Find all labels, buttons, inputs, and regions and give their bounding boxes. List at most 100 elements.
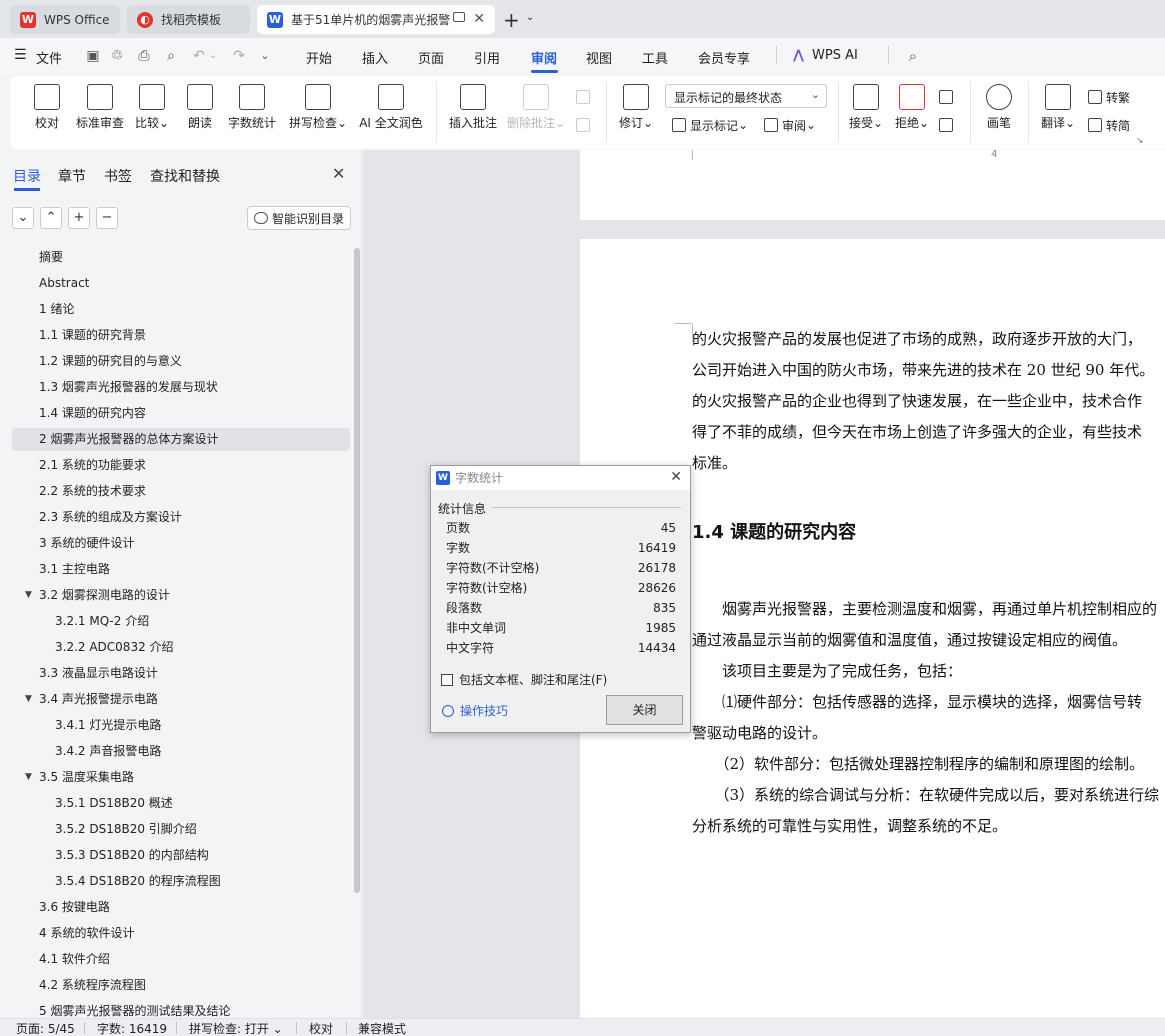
collapse-up-button[interactable]: ⌃: [40, 207, 62, 229]
toc-item[interactable]: 3.4.2 声音报警电路: [12, 740, 350, 763]
save-icon[interactable]: ▣: [84, 47, 102, 65]
translate-button[interactable]: 翻译⌄: [1038, 76, 1078, 149]
toc-item[interactable]: ▼ 3.4 声光报警提示电路: [12, 688, 350, 711]
toc-item[interactable]: 摘要: [12, 246, 350, 269]
show-markup-button[interactable]: 显示标记 ⌄: [672, 114, 748, 136]
menu-wps-ai[interactable]: WPS AI: [812, 48, 858, 63]
toc-item[interactable]: 1.4 课题的研究内容: [12, 402, 350, 425]
toc-item[interactable]: 2 烟雾声光报警器的总体方案设计: [12, 428, 350, 451]
menu-tools[interactable]: 工具: [642, 48, 668, 67]
accept-button[interactable]: 接受⌄: [846, 76, 886, 149]
reject-button[interactable]: 拒绝⌄: [892, 76, 932, 149]
menu-insert[interactable]: 插入: [362, 48, 388, 67]
nav-tab-toc[interactable]: 目录: [13, 166, 41, 186]
new-tab-plus-icon[interactable]: +: [503, 8, 520, 32]
share-icon[interactable]: ♲: [108, 47, 126, 65]
nav-tab-find-replace[interactable]: 查找和替换: [150, 166, 220, 186]
remove-heading-button[interactable]: −: [96, 207, 118, 229]
to-simplified-button[interactable]: 转简: [1088, 114, 1130, 136]
checkbox-box[interactable]: [441, 673, 453, 686]
toc-item[interactable]: 2.1 系统的功能要求: [12, 454, 350, 477]
compare-button[interactable]: 比较⌄: [134, 76, 170, 149]
tab-wps-office[interactable]: W WPS Office: [10, 5, 120, 34]
close-pane-icon[interactable]: ✕: [332, 164, 345, 183]
redo-icon[interactable]: ↷: [230, 47, 248, 65]
nav-tab-bookmarks[interactable]: 书签: [104, 166, 132, 186]
pen-button[interactable]: 画笔: [982, 76, 1016, 149]
to-traditional-button[interactable]: 转繁: [1088, 86, 1130, 108]
menu-references[interactable]: 引用: [474, 48, 500, 67]
add-heading-button[interactable]: +: [68, 207, 90, 229]
toc-item[interactable]: 3.5.2 DS18B20 引脚介绍: [12, 818, 350, 841]
toc-item[interactable]: Abstract: [12, 272, 350, 295]
toc-item[interactable]: 3.1 主控电路: [12, 558, 350, 581]
menu-review[interactable]: 审阅: [531, 48, 557, 67]
toc-item[interactable]: ▼ 3.5 温度采集电路: [12, 766, 350, 789]
close-dialog-icon[interactable]: ✕: [670, 469, 682, 485]
toc-expand-arrow-icon[interactable]: ▼: [25, 584, 32, 607]
review-pane-button[interactable]: 审阅 ⌄: [764, 114, 816, 136]
toc-item[interactable]: 3.2.2 ADC0832 介绍: [12, 636, 350, 659]
toc-item[interactable]: 3.2.1 MQ-2 介绍: [12, 610, 350, 633]
toc-item[interactable]: 3.5.4 DS18B20 的程序流程图: [12, 870, 350, 893]
toc-expand-arrow-icon[interactable]: ▼: [25, 688, 32, 711]
word-count-button[interactable]: 字数统计: [226, 76, 278, 149]
menu-member[interactable]: 会员专享: [698, 48, 750, 67]
status-spell-check[interactable]: 拼写检查: 打开 ⌄: [189, 1020, 283, 1036]
search-icon[interactable]: ⌕: [904, 47, 922, 65]
toc-item[interactable]: 3.5.1 DS18B20 概述: [12, 792, 350, 815]
toc-item[interactable]: 1.3 烟雾声光报警器的发展与现状: [12, 376, 350, 399]
dialog-title-bar[interactable]: W 字数统计: [431, 466, 690, 490]
menu-view[interactable]: 视图: [586, 48, 612, 67]
toc-scrollbar[interactable]: [354, 248, 360, 893]
smart-toc-button[interactable]: 智能识别目录: [247, 206, 351, 230]
previous-comment-button[interactable]: [576, 86, 594, 108]
next-comment-button[interactable]: [576, 114, 594, 136]
status-proofread[interactable]: 校对: [309, 1020, 333, 1036]
toc-item[interactable]: ▼ 3.2 烟雾探测电路的设计: [12, 584, 350, 607]
menu-file[interactable]: 文件: [36, 48, 62, 67]
ai-polish-button[interactable]: AI 全文润色: [356, 76, 426, 149]
more-chevron-icon[interactable]: ⌄: [256, 47, 274, 65]
status-page[interactable]: 页面: 5/45: [16, 1020, 75, 1036]
toc-item[interactable]: 2.2 系统的技术要求: [12, 480, 350, 503]
toc-item[interactable]: 3 系统的硬件设计: [12, 532, 350, 555]
toc-item[interactable]: 4 系统的软件设计: [12, 922, 350, 945]
tab-document[interactable]: W 基于51单片机的烟雾声光报警 ✕: [257, 5, 495, 34]
spell-check-button[interactable]: 拼写检查⌄: [287, 76, 349, 149]
next-change-button[interactable]: [939, 114, 957, 136]
tab-template[interactable]: ◐ 找稻壳模板: [127, 5, 250, 34]
toc-item[interactable]: 3.4.1 灯光提示电路: [12, 714, 350, 737]
standard-review-button[interactable]: 标准审查: [74, 76, 126, 149]
expand-down-button[interactable]: ⌄: [12, 207, 34, 229]
proofread-button[interactable]: 校对: [30, 76, 64, 149]
toc-item[interactable]: 3.3 液晶显示电路设计: [12, 662, 350, 685]
menu-page[interactable]: 页面: [418, 48, 444, 67]
include-textbox-checkbox[interactable]: 包括文本框、脚注和尾注(F): [441, 671, 607, 688]
status-word-count[interactable]: 字数: 16419: [97, 1020, 167, 1036]
print-icon[interactable]: ⎙: [135, 47, 153, 65]
hamburger-icon[interactable]: ☰: [14, 47, 27, 63]
close-tab-icon[interactable]: ✕: [473, 11, 485, 27]
toc-item[interactable]: 4.1 软件介绍: [12, 948, 350, 971]
delete-comment-button[interactable]: 删除批注⌄: [506, 76, 566, 149]
previous-change-button[interactable]: [939, 86, 957, 108]
menu-home[interactable]: 开始: [306, 48, 332, 67]
toc-expand-arrow-icon[interactable]: ▼: [25, 766, 32, 789]
toc-item[interactable]: 2.3 系统的组成及方案设计: [12, 506, 350, 529]
insert-comment-button[interactable]: 插入批注: [446, 76, 500, 149]
toc-item[interactable]: 1 绪论: [12, 298, 350, 321]
print-preview-icon[interactable]: ⌕: [162, 47, 180, 65]
toc-item[interactable]: 3.6 按键电路: [12, 896, 350, 919]
markup-display-select[interactable]: 显示标记的最终状态 ⌄: [665, 84, 827, 108]
tab-list-chevron-icon[interactable]: ⌄: [526, 12, 534, 23]
close-button[interactable]: 关闭: [606, 695, 683, 725]
toc-item[interactable]: 1.1 课题的研究背景: [12, 324, 350, 347]
toc-item[interactable]: 1.2 课题的研究目的与意义: [12, 350, 350, 373]
toc-item[interactable]: 3.5.3 DS18B20 的内部结构: [12, 844, 350, 867]
tips-link[interactable]: 操作技巧: [442, 702, 508, 719]
toc-item[interactable]: 4.2 系统程序流程图: [12, 974, 350, 997]
nav-tab-chapters[interactable]: 章节: [58, 166, 86, 186]
undo-chevron-icon[interactable]: ⌄: [204, 47, 222, 65]
read-aloud-button[interactable]: 朗读: [184, 76, 216, 149]
